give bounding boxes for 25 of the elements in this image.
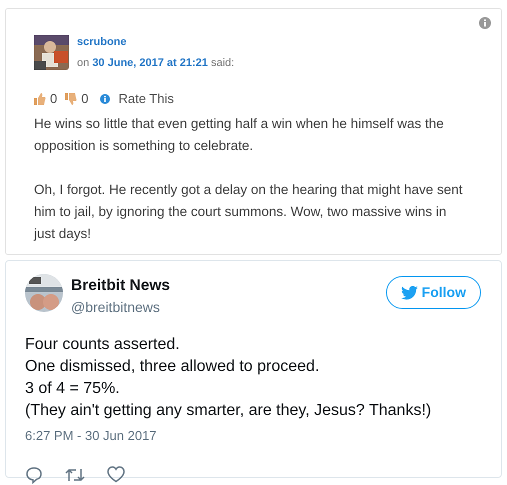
tweet-text-line: Four counts asserted.	[25, 335, 181, 356]
reply-icon[interactable]	[25, 466, 43, 484]
follow-button[interactable]: Follow	[386, 276, 481, 309]
bird-icon	[400, 286, 418, 300]
dislike-count: 0	[81, 90, 88, 108]
like-count: 0	[50, 90, 58, 108]
comment-paragraph: He wins so little that even getting half a win when he himself was the opposition is something to celebrate.	[34, 114, 445, 155]
account-handle[interactable]: @breitbitnews	[71, 297, 170, 318]
rate-label[interactable]: Rate This	[118, 89, 174, 108]
thumbs-down-icon[interactable]	[65, 92, 78, 105]
info-icon[interactable]	[479, 17, 491, 29]
tweet-text-line: 3 of 4 = 75%.	[25, 379, 121, 400]
thumbs-up-icon[interactable]	[34, 92, 46, 105]
comment-paragraph: Oh, I forgot. He recently got a delay on the hearing that might have sent him to jail, by ignoring the court summons. Wow, two massive wins in just days!	[34, 180, 464, 243]
date-link[interactable]: 30 June, 2017 at 21:21	[92, 56, 208, 68]
tweet-timestamp[interactable]: 6:27 PM - 30 Jun 2017	[25, 426, 481, 446]
tweet-text-line: (They ain't getting any smarter, are they, Jesus? Thanks!)	[25, 401, 432, 422]
meta-text: on	[77, 56, 90, 68]
author-name[interactable]: scrubone	[77, 34, 234, 50]
meta-text: said:	[210, 56, 234, 68]
tweet-text-line: One dismissed, three allowed to proceed.	[25, 357, 320, 378]
info-icon[interactable]	[100, 94, 110, 104]
account-name[interactable]: Breitbit News	[71, 274, 170, 298]
heart-icon[interactable]	[107, 466, 125, 484]
retweet-icon[interactable]	[65, 466, 85, 483]
